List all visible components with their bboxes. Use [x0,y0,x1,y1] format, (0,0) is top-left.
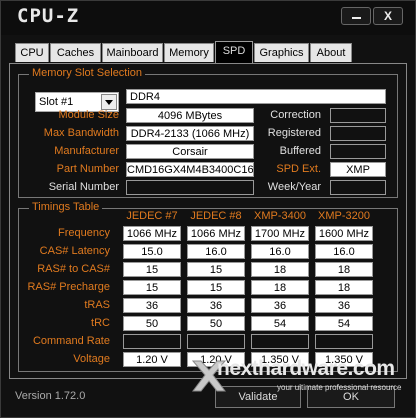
timing-cell: 15 [187,280,245,295]
registered-label: Registered [267,127,321,139]
week-year-field [330,180,386,195]
timing-cell [315,334,373,349]
timing-row-label: Voltage [73,353,110,365]
manufacturer-label: Manufacturer [54,145,119,157]
spd-panel: Memory Slot Selection Slot #1 DDR4 Modul… [9,63,407,379]
title-bar[interactable]: CPU-Z X [1,1,415,35]
timing-cell: 16.0 [251,244,309,259]
max-bandwidth-label: Max Bandwidth [43,127,119,139]
timing-cell [251,334,309,349]
timing-cell: 1.20 V [123,352,181,367]
part-number-field: CMD16GX4M4B3400C16 [126,162,254,177]
timings-col-header: JEDEC #8 [190,210,242,222]
close-icon: X [383,9,392,23]
version-label: Version 1.72.0 [15,390,86,402]
timing-row-label: RAS# Precharge [27,281,110,293]
timing-cell: 18 [315,262,373,277]
tab-spd[interactable]: SPD [215,41,253,63]
chevron-down-icon[interactable] [101,94,117,110]
memory-slot-group: Memory Slot Selection Slot #1 DDR4 Modul… [18,67,398,198]
close-button[interactable]: X [373,7,403,25]
timing-cell: 54 [315,316,373,331]
correction-label: Correction [270,109,321,121]
minimize-button[interactable] [341,7,371,25]
timing-cell: 18 [251,262,309,277]
timing-row-label: Frequency [58,227,110,239]
timing-row-label: tRC [91,317,110,329]
timing-cell: 50 [187,316,245,331]
tab-memory[interactable]: Memory [164,43,214,62]
timing-cell: 1600 MHz [315,226,373,241]
timing-cell: 15 [123,262,181,277]
module-size-field: 4096 MBytes [126,108,254,123]
timing-cell: 15 [187,262,245,277]
timing-cell [123,334,181,349]
timings-col-header: XMP-3400 [254,210,306,222]
watermark-subtext: your ultimate professional resource [277,383,402,392]
timing-cell: 36 [251,298,309,313]
buffered-field [330,144,386,159]
spd-ext-field: XMP [330,162,386,177]
timing-cell: 18 [315,280,373,295]
serial-number-field [126,180,254,195]
correction-field [330,108,386,123]
timing-cell: 36 [315,298,373,313]
timing-cell: 1700 MHz [251,226,309,241]
timings-col-header: JEDEC #7 [126,210,178,222]
tab-cpu[interactable]: CPU [15,43,49,62]
memory-slot-group-label: Memory Slot Selection [29,67,146,79]
watermark-text: nexthardware.com [217,357,395,380]
timings-group-label: Timings Table [29,201,103,213]
watermark: nexthardware.com your ultimate professio… [189,353,411,399]
max-bandwidth-field: DDR4-2133 (1066 MHz) [126,126,254,141]
registered-field [330,126,386,141]
timing-cell: 54 [251,316,309,331]
timing-cell: 1066 MHz [187,226,245,241]
tab-graphics[interactable]: Graphics [254,43,309,62]
memory-type-field: DDR4 [126,89,386,104]
tab-mainboard[interactable]: Mainboard [102,43,163,62]
buffered-label: Buffered [279,145,321,157]
timing-cell: 36 [123,298,181,313]
timing-cell: 15.0 [123,244,181,259]
slot-select-value: Slot #1 [39,96,74,108]
tab-caches[interactable]: Caches [50,43,101,62]
timing-cell: 36 [187,298,245,313]
cpuz-window: CPU-Z X CPU Caches Mainboard Memory SPD … [0,0,416,418]
tab-about[interactable]: About [310,43,352,62]
timing-row-label: CAS# Latency [39,245,110,257]
timings-col-header: XMP-3200 [318,210,370,222]
timing-cell: 18 [251,280,309,295]
app-title: CPU-Z [17,5,80,27]
timing-cell [187,334,245,349]
manufacturer-field: Corsair [126,144,254,159]
week-year-label: Week/Year [267,181,321,193]
timing-cell: 16.0 [187,244,245,259]
serial-number-label: Serial Number [48,181,119,193]
spd-ext-label: SPD Ext. [276,163,321,175]
timing-row-label: tRAS [84,299,110,311]
timing-cell: 50 [123,316,181,331]
timing-cell: 16.0 [315,244,373,259]
timing-cell: 1066 MHz [123,226,181,241]
part-number-label: Part Number [56,163,119,175]
timing-row-label: RAS# to CAS# [37,263,110,275]
module-size-label: Module Size [58,109,119,121]
timing-row-label: Command Rate [32,335,110,347]
timing-cell: 15 [123,280,181,295]
